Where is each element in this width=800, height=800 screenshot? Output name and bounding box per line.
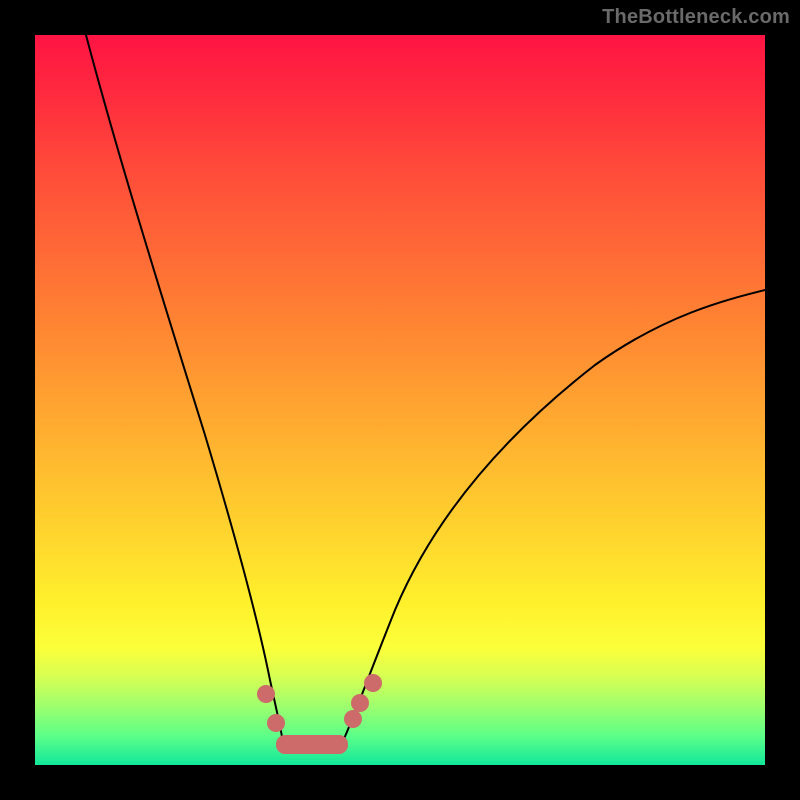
marker-dot (267, 714, 285, 732)
marker-dot (344, 710, 362, 728)
chart-svg (35, 35, 765, 765)
marker-dot (257, 685, 275, 703)
marker-dot (351, 694, 369, 712)
curve-left-branch (86, 35, 283, 743)
watermark-text: TheBottleneck.com (602, 6, 790, 29)
valley-bar (276, 735, 348, 754)
curve-right-branch (342, 290, 765, 743)
chart-stage: TheBottleneck.com (0, 0, 800, 800)
plot-area (35, 35, 765, 765)
marker-dot (364, 674, 382, 692)
